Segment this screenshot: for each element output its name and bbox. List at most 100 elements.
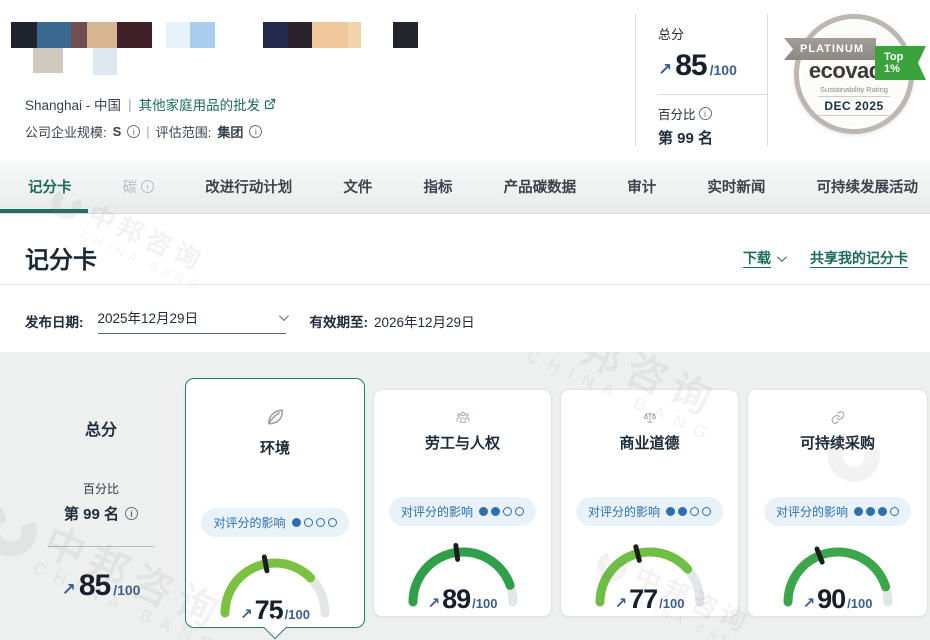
overall-score-label: 总分 <box>658 24 767 43</box>
theme-score-card[interactable]: 环境 对评分的影响 ↗ 75 /100 <box>185 378 365 628</box>
tab-metrics[interactable]: 指标 <box>424 176 453 197</box>
impact-dots <box>666 507 711 516</box>
impact-label: 对评分的影响 <box>776 503 848 520</box>
score-gauge: ↗ 77 /100 <box>585 538 715 616</box>
impact-dot-filled <box>491 507 500 516</box>
medal-date: DEC 2025 <box>818 96 889 116</box>
company-meta-row: 公司企业规模: S | 评估范围: 集团 <box>25 122 262 141</box>
info-icon <box>141 180 154 193</box>
impact-label: 对评分的影响 <box>213 514 285 531</box>
logo-block <box>11 22 37 48</box>
external-link-icon <box>264 98 276 110</box>
impact-pill: 对评分的影响 <box>389 497 536 526</box>
percentile-box: 百分比 第 99 名 <box>658 94 767 148</box>
tab-documents[interactable]: 文件 <box>343 176 372 197</box>
logo-block <box>37 22 71 48</box>
logo-block <box>312 22 348 48</box>
tab-sustainability-activities[interactable]: 可持续发展活动 <box>817 176 919 197</box>
tab-product-carbon-data[interactable]: 产品碳数据 <box>504 176 577 197</box>
impact-pill: 对评分的影响 <box>576 497 723 526</box>
summary-percentile-label: 百分比 <box>20 480 182 497</box>
summary-percentile-rank: 第 99 名 <box>64 503 119 524</box>
percentile-label: 百分比 <box>658 104 696 123</box>
publish-date-select[interactable]: 2025年12月29日 <box>98 307 286 334</box>
page-header: Shanghai - 中国 | 其他家庭用品的批发 公司企业规模: S | 评估… <box>0 0 930 160</box>
trend-up-icon: ↗ <box>803 594 816 612</box>
impact-dot-empty <box>328 518 337 527</box>
logo-block <box>93 48 117 75</box>
theme-score-card[interactable]: 可持续采购 对评分的影响 ↗ 90 /100 <box>747 389 928 617</box>
logo-block <box>117 22 152 48</box>
score-gauge: ↗ 89 /100 <box>398 538 528 616</box>
logo-block <box>263 22 288 48</box>
summary-score-value: 85 <box>79 569 110 603</box>
tab-audit[interactable]: 审计 <box>627 176 656 197</box>
overall-score-top: 总分 ↗ 85 /100 <box>658 14 767 94</box>
download-button[interactable]: 下载 <box>743 248 784 268</box>
impact-dots <box>292 518 337 527</box>
card-score-denominator: /100 <box>472 596 497 611</box>
tab-improvement-plan[interactable]: 改进行动计划 <box>205 176 292 197</box>
impact-label: 对评分的影响 <box>401 503 473 520</box>
card-title: 可持续采购 <box>800 432 875 453</box>
people-icon <box>448 410 478 425</box>
impact-dot-filled <box>292 518 301 527</box>
impact-pill: 对评分的影响 <box>764 497 911 526</box>
trend-up-icon: ↗ <box>62 580 76 600</box>
tab-bar: 记分卡 碳 改进行动计划 文件 指标 产品碳数据 审计 实时新闻 可持续发展活动 <box>0 160 930 214</box>
card-title: 商业道德 <box>619 432 679 453</box>
scales-icon <box>635 410 665 425</box>
info-icon[interactable] <box>125 507 138 520</box>
publish-date-label: 发布日期: <box>25 311 84 331</box>
card-title: 环境 <box>260 437 290 458</box>
impact-dot-filled <box>866 507 875 516</box>
overall-score-denominator: /100 <box>710 62 737 78</box>
card-score-value: 77 <box>629 584 657 615</box>
scorecard-title-row: 记分卡 下载 共享我的记分卡 <box>0 214 930 285</box>
leaf-icon <box>260 405 290 430</box>
logo-block <box>348 22 361 48</box>
score-gauge: ↗ 90 /100 <box>773 538 903 616</box>
impact-dot-empty <box>316 518 325 527</box>
summary-title: 总分 <box>20 416 182 440</box>
impact-pill: 对评分的影响 <box>201 508 348 537</box>
info-icon[interactable] <box>127 125 140 138</box>
impact-dot-empty <box>503 507 512 516</box>
theme-score-card[interactable]: 商业道德 对评分的影响 ↗ 77 /100 <box>560 389 739 617</box>
active-tab-underline <box>0 209 88 213</box>
chevron-down-icon <box>777 252 787 262</box>
impact-dot-empty <box>515 507 524 516</box>
valid-until-label: 有效期至: <box>310 311 369 331</box>
overall-summary-panel: 总分 百分比 第 99 名 ↗ 85 /100 <box>20 352 182 603</box>
ecovadis-scorecard-page: 中邦咨询CHINA BANG 中邦咨询CHINA BANG 中邦咨询CHINA … <box>0 0 930 640</box>
info-icon[interactable] <box>699 107 712 120</box>
platinum-ribbon: PLATINUM <box>784 38 876 60</box>
impact-dot-filled <box>666 507 675 516</box>
tab-scorecard[interactable]: 记分卡 <box>28 176 72 197</box>
impact-dots <box>479 507 524 516</box>
summary-divider <box>48 546 154 547</box>
industry-link[interactable]: 其他家庭用品的批发 <box>139 94 277 114</box>
impact-label: 对评分的影响 <box>588 503 660 520</box>
card-score-value: 90 <box>817 584 845 615</box>
share-scorecard-button[interactable]: 共享我的记分卡 <box>810 248 908 268</box>
impact-dot-empty <box>890 507 899 516</box>
overall-score-value: 85 <box>675 49 706 83</box>
impact-dot-empty <box>702 507 711 516</box>
theme-score-card[interactable]: 劳工与人权 对评分的影响 ↗ 89 /100 <box>373 389 552 617</box>
trend-up-icon: ↗ <box>658 60 672 80</box>
link-icon <box>823 410 853 425</box>
info-icon[interactable] <box>249 125 262 138</box>
tab-live-news[interactable]: 实时新闻 <box>707 176 765 197</box>
tab-carbon[interactable]: 碳 <box>123 176 155 197</box>
company-location: Shanghai - 中国 <box>25 94 121 114</box>
size-value: S <box>113 124 122 139</box>
page-title: 记分卡 <box>25 240 97 275</box>
gauge-tick <box>455 545 457 559</box>
impact-dot-filled <box>854 507 863 516</box>
card-score-denominator: /100 <box>659 596 684 611</box>
logo-block <box>190 22 215 48</box>
impact-dot-filled <box>479 507 488 516</box>
trend-up-icon: ↗ <box>615 594 628 612</box>
valid-until-date: 2026年12月29日 <box>374 311 475 331</box>
